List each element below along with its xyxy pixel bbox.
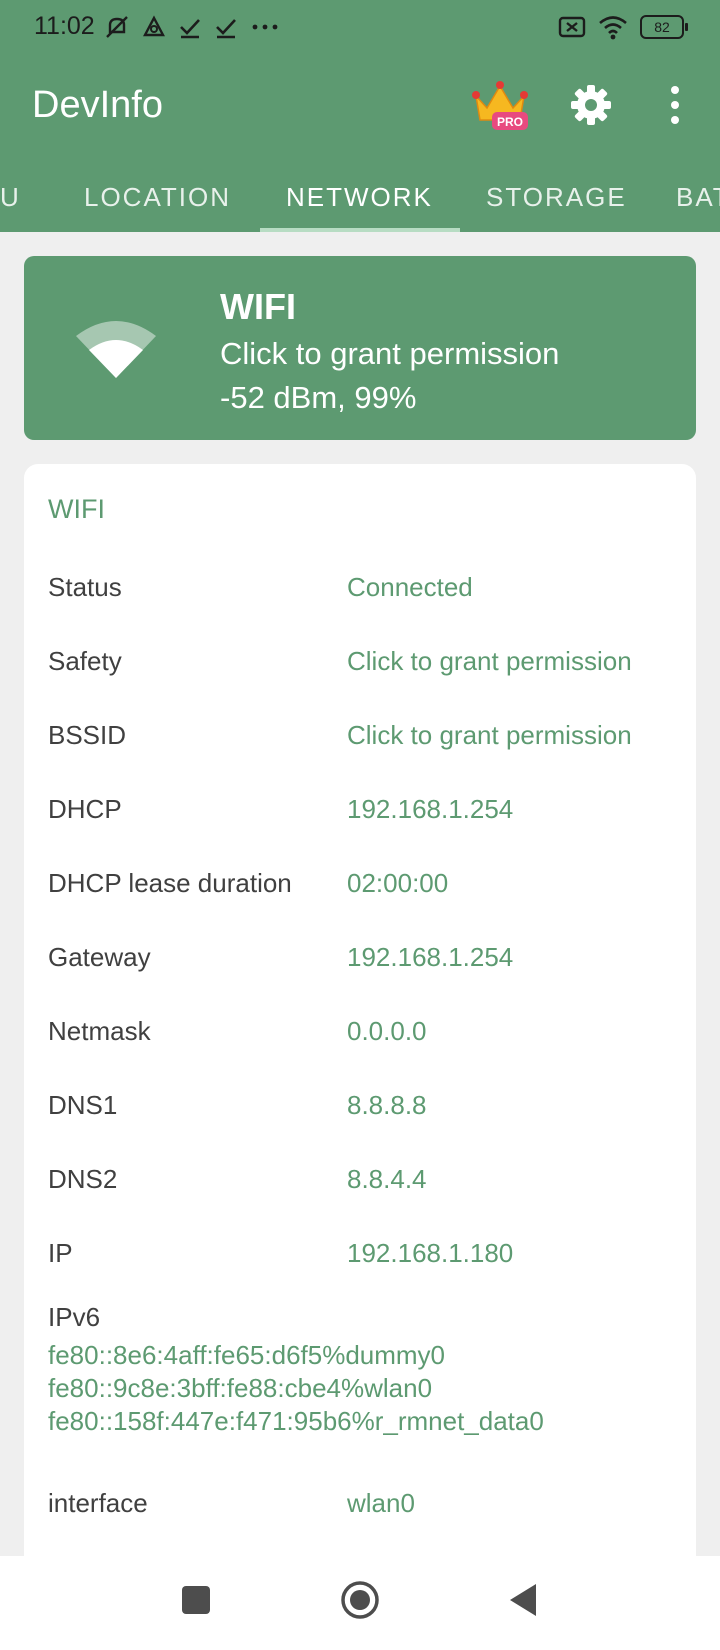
ipv6-address: fe80::8e6:4aff:fe65:d6f5%dummy0 [48, 1340, 446, 1370]
ipv6-address: fe80::9c8e:3bff:fe88:cbe4%wlan0 [48, 1373, 433, 1403]
ipv6-address: fe80::158f:447e:f471:95b6%r_rmnet_data0 [48, 1406, 544, 1436]
app-title: DevInfo [32, 84, 163, 126]
row-label: IPv6 [48, 1302, 101, 1332]
check-notification-icon [180, 19, 200, 39]
tab-battery[interactable]: BAT [676, 182, 720, 213]
row-label: Netmask [48, 1016, 151, 1046]
row-value: 192.168.1.254 [347, 794, 514, 824]
back-icon[interactable] [508, 1582, 538, 1618]
battery-indicator: 82 [640, 15, 688, 39]
detail-row-status: Status Connected [24, 552, 696, 626]
row-label: DHCP lease duration [48, 868, 292, 898]
tab-location[interactable]: LOCATION [84, 182, 231, 213]
detail-row-safety[interactable]: Safety Click to grant permission [24, 626, 696, 700]
active-tab-indicator [260, 228, 460, 232]
app-notification-icon [143, 15, 165, 37]
row-label: Status [48, 572, 122, 602]
muted-bell-icon [106, 16, 128, 38]
detail-row-bssid[interactable]: BSSID Click to grant permission [24, 700, 696, 774]
pro-badge-text: PRO [497, 115, 523, 129]
gear-icon[interactable] [570, 84, 612, 126]
battery-level: 82 [654, 19, 670, 35]
home-icon[interactable] [340, 1580, 380, 1620]
status-bar: 11:02 82 [0, 0, 720, 56]
row-label: Safety [48, 646, 122, 676]
tab-bar: U LOCATION NETWORK STORAGE BAT [0, 160, 720, 232]
more-options-icon[interactable] [660, 82, 690, 128]
status-time: 11:02 [34, 12, 95, 40]
row-value: 192.168.1.254 [347, 942, 514, 972]
detail-row-dns1: DNS1 8.8.8.8 [24, 1070, 696, 1144]
row-label: DNS2 [48, 1164, 118, 1194]
system-nav-bar [0, 1556, 720, 1650]
row-value: wlan0 [347, 1488, 415, 1518]
detail-row-dhcp: DHCP 192.168.1.254 [24, 774, 696, 848]
detail-row-dns2: DNS2 8.8.4.4 [24, 1144, 696, 1218]
pro-crown-icon[interactable]: PRO [470, 76, 530, 132]
wifi-status-icon [599, 16, 627, 40]
status-icons-right: 82 [558, 14, 688, 40]
detail-row-interface: interface wlan0 [24, 1468, 696, 1542]
row-label: DNS1 [48, 1090, 118, 1120]
more-notifications-icon [252, 24, 278, 30]
row-value: 0.0.0.0 [347, 1016, 427, 1046]
wifi-card-signal: -52 dBm, 99% [220, 380, 417, 415]
row-value: 192.168.1.180 [347, 1238, 514, 1268]
row-label: Gateway [48, 942, 151, 972]
row-label: IP [48, 1238, 73, 1268]
tab-cpu[interactable]: U [0, 182, 21, 213]
row-value: 02:00:00 [347, 868, 449, 898]
check-notification-icon [216, 19, 236, 39]
detail-row-ip: IP 192.168.1.180 [24, 1218, 696, 1292]
row-label: DHCP [48, 794, 122, 824]
status-icons-left [104, 14, 280, 40]
recents-icon[interactable] [182, 1586, 210, 1614]
wifi-card-title: WIFI [220, 286, 296, 327]
detail-row-ipv6: IPv6 fe80::8e6:4aff:fe65:d6f5%dummy0 fe8… [24, 1302, 696, 1442]
row-value-permission-link[interactable]: Click to grant permission [347, 646, 632, 677]
tab-network[interactable]: NETWORK [286, 182, 433, 213]
wifi-card-permission[interactable]: Click to grant permission [220, 336, 559, 372]
detail-row-netmask: Netmask 0.0.0.0 [24, 996, 696, 1070]
row-value: Connected [347, 572, 473, 602]
row-value: 8.8.4.4 [347, 1164, 427, 1194]
no-sim-icon [558, 16, 586, 38]
row-label: BSSID [48, 720, 127, 750]
row-value: 8.8.8.8 [347, 1090, 427, 1120]
section-title: WIFI [48, 494, 105, 524]
row-label: interface [48, 1488, 148, 1518]
row-value-permission-link[interactable]: Click to grant permission [347, 720, 632, 751]
detail-row-gateway: Gateway 192.168.1.254 [24, 922, 696, 996]
wifi-signal-icon [76, 321, 156, 378]
detail-row-dhcp-lease: DHCP lease duration 02:00:00 [24, 848, 696, 922]
app-bar: DevInfo PRO [0, 56, 720, 160]
tab-storage[interactable]: STORAGE [486, 182, 627, 213]
wifi-details-card: WIFI Status Connected Safety Click to gr… [24, 464, 696, 1556]
wifi-summary-card[interactable]: WIFI Click to grant permission -52 dBm, … [24, 256, 696, 440]
